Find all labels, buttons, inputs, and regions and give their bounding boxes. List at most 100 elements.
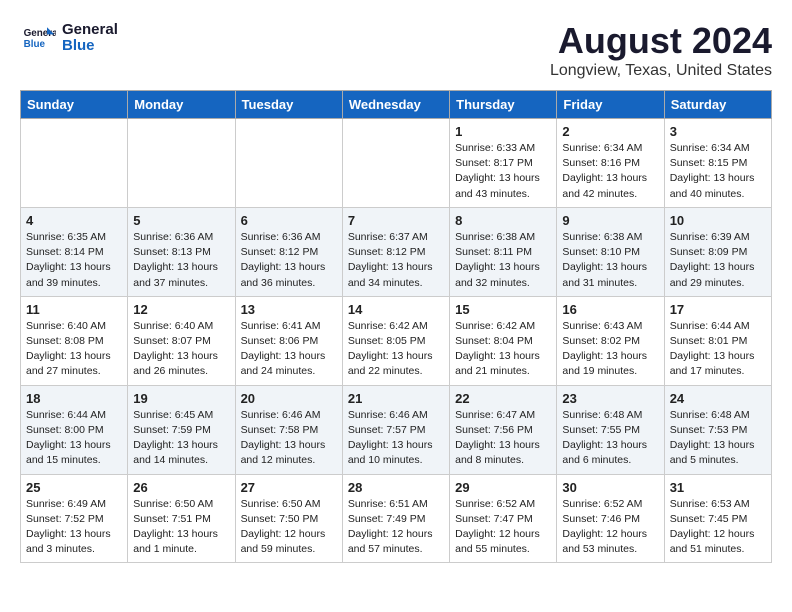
day-cell: 23 Sunrise: 6:48 AM Sunset: 7:55 PM Dayli… — [557, 385, 664, 474]
day-info: Sunrise: 6:35 AM Sunset: 8:14 PM Dayligh… — [26, 231, 111, 289]
day-cell: 14 Sunrise: 6:42 AM Sunset: 8:05 PM Dayli… — [342, 296, 449, 385]
day-info: Sunrise: 6:53 AM Sunset: 7:45 PM Dayligh… — [670, 498, 755, 556]
day-number: 3 — [670, 124, 766, 139]
day-cell: 7Sunrise: 6:37 AM Sunset: 8:12 PM Daylig… — [342, 207, 449, 296]
day-number: 11 — [26, 302, 122, 317]
day-number: 9 — [562, 213, 658, 228]
day-cell: 24 Sunrise: 6:48 AM Sunset: 7:53 PM Dayli… — [664, 385, 771, 474]
day-number: 28 — [348, 480, 444, 495]
day-number: 31 — [670, 480, 766, 495]
day-cell: 25 Sunrise: 6:49 AM Sunset: 7:52 PM Dayli… — [21, 474, 128, 563]
week-row-5: 25 Sunrise: 6:49 AM Sunset: 7:52 PM Dayli… — [21, 474, 772, 563]
day-cell: 3 Sunrise: 6:34 AM Sunset: 8:15 PM Daylig… — [664, 119, 771, 208]
day-cell: 22 Sunrise: 6:47 AM Sunset: 7:56 PM Dayli… — [450, 385, 557, 474]
day-number: 16 — [562, 302, 658, 317]
day-number: 21 — [348, 391, 444, 406]
day-number: 25 — [26, 480, 122, 495]
day-cell: 17Sunrise: 6:44 AM Sunset: 8:01 PM Dayli… — [664, 296, 771, 385]
day-cell: 5 Sunrise: 6:36 AM Sunset: 8:13 PM Daylig… — [128, 207, 235, 296]
header-thursday: Thursday — [450, 91, 557, 119]
day-info: Sunrise: 6:34 AM Sunset: 8:15 PM Dayligh… — [670, 142, 755, 200]
day-number: 19 — [133, 391, 229, 406]
day-info: Sunrise: 6:40 AM Sunset: 8:08 PM Dayligh… — [26, 320, 111, 378]
header-tuesday: Tuesday — [235, 91, 342, 119]
day-cell — [235, 119, 342, 208]
day-number: 24 — [670, 391, 766, 406]
day-cell: 27Sunrise: 6:50 AM Sunset: 7:50 PM Dayli… — [235, 474, 342, 563]
header-friday: Friday — [557, 91, 664, 119]
day-info: Sunrise: 6:43 AM Sunset: 8:02 PM Dayligh… — [562, 320, 647, 378]
title-block: August 2024 Longview, Texas, United Stat… — [550, 20, 772, 80]
day-number: 30 — [562, 480, 658, 495]
day-info: Sunrise: 6:48 AM Sunset: 7:55 PM Dayligh… — [562, 409, 647, 467]
day-info: Sunrise: 6:34 AM Sunset: 8:16 PM Dayligh… — [562, 142, 647, 200]
header-monday: Monday — [128, 91, 235, 119]
logo-line2: Blue — [62, 38, 118, 55]
day-cell: 4Sunrise: 6:35 AM Sunset: 8:14 PM Daylig… — [21, 207, 128, 296]
day-info: Sunrise: 6:50 AM Sunset: 7:51 PM Dayligh… — [133, 498, 218, 556]
week-row-2: 4Sunrise: 6:35 AM Sunset: 8:14 PM Daylig… — [21, 207, 772, 296]
day-number: 29 — [455, 480, 551, 495]
week-row-1: 1Sunrise: 6:33 AM Sunset: 8:17 PM Daylig… — [21, 119, 772, 208]
day-cell: 11 Sunrise: 6:40 AM Sunset: 8:08 PM Dayli… — [21, 296, 128, 385]
day-info: Sunrise: 6:46 AM Sunset: 7:58 PM Dayligh… — [241, 409, 326, 467]
day-cell: 30 Sunrise: 6:52 AM Sunset: 7:46 PM Dayli… — [557, 474, 664, 563]
day-number: 2 — [562, 124, 658, 139]
svg-text:Blue: Blue — [24, 39, 46, 50]
day-cell: 29 Sunrise: 6:52 AM Sunset: 7:47 PM Dayli… — [450, 474, 557, 563]
day-cell: 9Sunrise: 6:38 AM Sunset: 8:10 PM Daylig… — [557, 207, 664, 296]
day-info: Sunrise: 6:42 AM Sunset: 8:05 PM Dayligh… — [348, 320, 433, 378]
calendar-table: SundayMondayTuesdayWednesdayThursdayFrid… — [20, 90, 772, 563]
day-cell: 1Sunrise: 6:33 AM Sunset: 8:17 PM Daylig… — [450, 119, 557, 208]
day-cell: 21 Sunrise: 6:46 AM Sunset: 7:57 PM Dayli… — [342, 385, 449, 474]
header-wednesday: Wednesday — [342, 91, 449, 119]
day-info: Sunrise: 6:45 AM Sunset: 7:59 PM Dayligh… — [133, 409, 218, 467]
day-cell: 6Sunrise: 6:36 AM Sunset: 8:12 PM Daylig… — [235, 207, 342, 296]
logo: General Blue General Blue — [20, 20, 118, 56]
day-number: 18 — [26, 391, 122, 406]
day-number: 13 — [241, 302, 337, 317]
day-number: 1 — [455, 124, 551, 139]
day-info: Sunrise: 6:47 AM Sunset: 7:56 PM Dayligh… — [455, 409, 540, 467]
day-cell: 16 Sunrise: 6:43 AM Sunset: 8:02 PM Dayli… — [557, 296, 664, 385]
day-cell — [128, 119, 235, 208]
day-info: Sunrise: 6:40 AM Sunset: 8:07 PM Dayligh… — [133, 320, 218, 378]
day-info: Sunrise: 6:38 AM Sunset: 8:11 PM Dayligh… — [455, 231, 540, 289]
day-cell: 20 Sunrise: 6:46 AM Sunset: 7:58 PM Dayli… — [235, 385, 342, 474]
day-cell: 2 Sunrise: 6:34 AM Sunset: 8:16 PM Daylig… — [557, 119, 664, 208]
day-info: Sunrise: 6:51 AM Sunset: 7:49 PM Dayligh… — [348, 498, 433, 556]
day-number: 5 — [133, 213, 229, 228]
page-header: General Blue General Blue August 2024 Lo… — [20, 20, 772, 80]
day-number: 7 — [348, 213, 444, 228]
header-saturday: Saturday — [664, 91, 771, 119]
day-info: Sunrise: 6:36 AM Sunset: 8:13 PM Dayligh… — [133, 231, 218, 289]
day-info: Sunrise: 6:52 AM Sunset: 7:46 PM Dayligh… — [562, 498, 647, 556]
logo-icon: General Blue — [20, 20, 56, 56]
day-number: 22 — [455, 391, 551, 406]
day-number: 8 — [455, 213, 551, 228]
day-info: Sunrise: 6:41 AM Sunset: 8:06 PM Dayligh… — [241, 320, 326, 378]
week-row-3: 11 Sunrise: 6:40 AM Sunset: 8:08 PM Dayli… — [21, 296, 772, 385]
day-info: Sunrise: 6:36 AM Sunset: 8:12 PM Dayligh… — [241, 231, 326, 289]
day-info: Sunrise: 6:48 AM Sunset: 7:53 PM Dayligh… — [670, 409, 755, 467]
day-number: 14 — [348, 302, 444, 317]
day-number: 20 — [241, 391, 337, 406]
week-row-4: 18Sunrise: 6:44 AM Sunset: 8:00 PM Dayli… — [21, 385, 772, 474]
day-number: 23 — [562, 391, 658, 406]
day-info: Sunrise: 6:52 AM Sunset: 7:47 PM Dayligh… — [455, 498, 540, 556]
day-info: Sunrise: 6:49 AM Sunset: 7:52 PM Dayligh… — [26, 498, 111, 556]
day-cell: 26Sunrise: 6:50 AM Sunset: 7:51 PM Dayli… — [128, 474, 235, 563]
subtitle: Longview, Texas, United States — [550, 62, 772, 80]
day-info: Sunrise: 6:46 AM Sunset: 7:57 PM Dayligh… — [348, 409, 433, 467]
day-cell: 10Sunrise: 6:39 AM Sunset: 8:09 PM Dayli… — [664, 207, 771, 296]
day-cell: 8 Sunrise: 6:38 AM Sunset: 8:11 PM Daylig… — [450, 207, 557, 296]
day-cell — [342, 119, 449, 208]
day-info: Sunrise: 6:39 AM Sunset: 8:09 PM Dayligh… — [670, 231, 755, 289]
day-number: 27 — [241, 480, 337, 495]
day-info: Sunrise: 6:44 AM Sunset: 8:01 PM Dayligh… — [670, 320, 755, 378]
day-cell: 18Sunrise: 6:44 AM Sunset: 8:00 PM Dayli… — [21, 385, 128, 474]
days-header-row: SundayMondayTuesdayWednesdayThursdayFrid… — [21, 91, 772, 119]
day-cell — [21, 119, 128, 208]
day-info: Sunrise: 6:42 AM Sunset: 8:04 PM Dayligh… — [455, 320, 540, 378]
day-cell: 13 Sunrise: 6:41 AM Sunset: 8:06 PM Dayli… — [235, 296, 342, 385]
